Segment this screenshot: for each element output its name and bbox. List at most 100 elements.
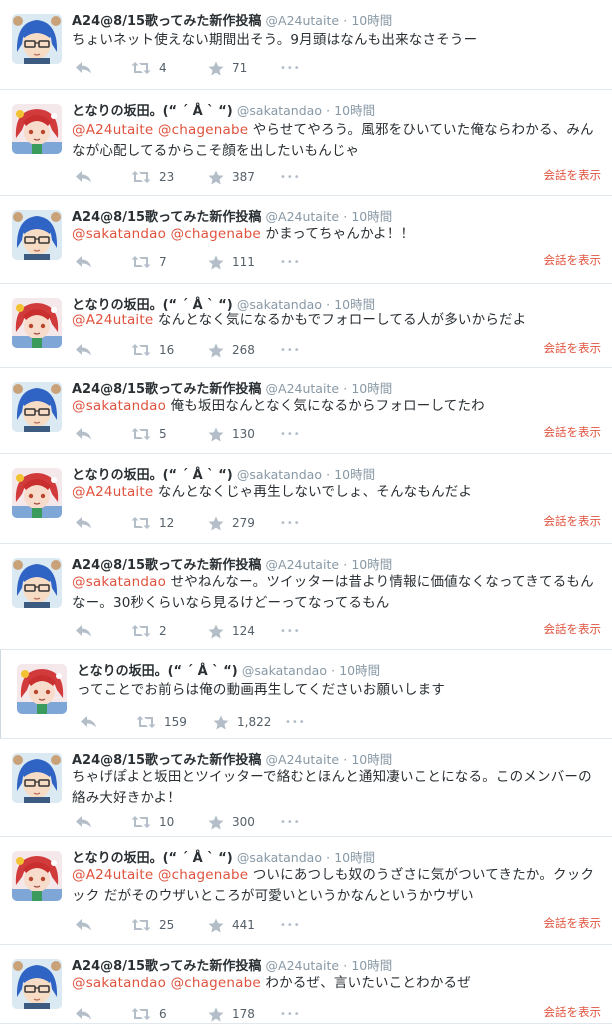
favorite-button[interactable]: 178 [200,1007,280,1022]
blue-hair-avatar[interactable] [12,959,62,1009]
view-conversation-link[interactable]: 会話を表示 [544,424,602,440]
favorite-button[interactable]: 300 [200,815,280,830]
view-conversation-link[interactable]: 会話を表示 [544,621,602,637]
handle[interactable]: @A24utaite [266,13,340,28]
timestamp[interactable]: 10時間 [334,103,375,118]
retweet-button[interactable]: 25 [123,918,200,932]
blue-hair-avatar[interactable] [12,210,62,260]
tweet[interactable]: A24@8/15歌ってみた新作投稿 @A24utaite · 10時間 @saka… [0,945,612,1024]
view-conversation-link[interactable]: 会話を表示 [544,513,602,529]
more-button[interactable]: ••• [280,626,310,637]
display-name[interactable]: となりの坂田。(“ ´ Å ` “) [72,468,233,483]
view-conversation-link[interactable]: 会話を表示 [544,915,602,931]
timestamp[interactable]: 10時間 [351,958,392,973]
more-button[interactable]: ••• [280,920,310,931]
mention-link[interactable]: @chagenabe [171,226,261,242]
reply-button[interactable] [75,918,123,932]
red-hair-avatar[interactable] [12,298,62,348]
timestamp[interactable]: 10時間 [339,663,380,678]
favorite-button[interactable]: 111 [200,255,280,270]
retweet-button[interactable]: 23 [123,170,200,184]
handle[interactable]: @A24utaite [266,752,340,767]
reply-button[interactable] [75,427,123,441]
mention-link[interactable]: @A24utaite [72,484,153,500]
display-name[interactable]: A24@8/15歌ってみた新作投稿 [72,382,261,397]
view-conversation-link[interactable]: 会話を表示 [544,340,602,356]
display-name[interactable]: A24@8/15歌ってみた新作投稿 [72,558,261,573]
mention-link[interactable]: @A24utaite [72,867,153,883]
mention-link[interactable]: @chagenabe [158,122,248,138]
tweet[interactable]: となりの坂田。(“ ´ Å ` “) @sakatandao · 10時間 @A2… [0,284,612,368]
handle[interactable]: @sakatandao [237,467,322,482]
blue-hair-avatar[interactable] [12,382,62,432]
more-button[interactable]: ••• [280,1009,310,1020]
tweet[interactable]: となりの坂田。(“ ´ Å ` “) @sakatandao · 10時間 @A2… [0,90,612,196]
blue-hair-avatar[interactable] [12,753,62,803]
more-button[interactable]: ••• [280,63,310,74]
more-button[interactable]: ••• [285,717,315,728]
reply-button[interactable] [75,343,123,357]
reply-button[interactable] [75,61,123,75]
mention-link[interactable]: @chagenabe [158,867,248,883]
reply-button[interactable] [75,1007,123,1021]
tweet[interactable]: となりの坂田。(“ ´ Å ` “) @sakatandao · 10時間 ってこ… [0,650,612,739]
red-hair-avatar[interactable] [12,851,62,901]
timestamp[interactable]: 10時間 [351,381,392,396]
timestamp[interactable]: 10時間 [334,467,375,482]
retweet-button[interactable]: 2 [123,624,200,638]
display-name[interactable]: となりの坂田。(“ ´ Å ` “) [72,851,233,866]
retweet-button[interactable]: 16 [123,343,200,357]
tweet[interactable]: A24@8/15歌ってみた新作投稿 @A24utaite · 10時間 @saka… [0,368,612,454]
handle[interactable]: @A24utaite [266,209,340,224]
retweet-button[interactable]: 6 [123,1007,200,1021]
more-button[interactable]: ••• [280,345,310,356]
favorite-button[interactable]: 124 [200,624,280,639]
retweet-button[interactable]: 4 [123,61,200,75]
handle[interactable]: @sakatandao [237,103,322,118]
favorite-button[interactable]: 279 [200,516,280,531]
tweet[interactable]: A24@8/15歌ってみた新作投稿 @A24utaite · 10時間 ちょいネッ… [0,0,612,90]
mention-link[interactable]: @sakatandao [72,574,166,590]
more-button[interactable]: ••• [280,817,310,828]
timestamp[interactable]: 10時間 [351,209,392,224]
reply-button[interactable] [75,170,123,184]
display-name[interactable]: A24@8/15歌ってみた新作投稿 [72,959,261,974]
handle[interactable]: @sakatandao [237,850,322,865]
retweet-button[interactable]: 159 [128,715,205,729]
favorite-button[interactable]: 1,822 [205,715,285,730]
view-conversation-link[interactable]: 会話を表示 [544,167,602,183]
reply-button[interactable] [75,815,123,829]
mention-link[interactable]: @A24utaite [72,312,153,328]
tweet[interactable]: となりの坂田。(“ ´ Å ` “) @sakatandao · 10時間 @A2… [0,837,612,945]
retweet-button[interactable]: 12 [123,516,200,530]
red-hair-avatar[interactable] [17,664,67,714]
tweet[interactable]: A24@8/15歌ってみた新作投稿 @A24utaite · 10時間 ちゃげぽよ… [0,739,612,837]
retweet-button[interactable]: 7 [123,255,200,269]
handle[interactable]: @sakatandao [242,663,327,678]
mention-link[interactable]: @sakatandao [72,398,166,414]
display-name[interactable]: となりの坂田。(“ ´ Å ` “) [77,664,238,679]
favorite-button[interactable]: 130 [200,427,280,442]
favorite-button[interactable]: 441 [200,918,280,933]
favorite-button[interactable]: 268 [200,343,280,358]
blue-hair-avatar[interactable] [12,558,62,608]
red-hair-avatar[interactable] [12,468,62,518]
retweet-button[interactable]: 5 [123,427,200,441]
mention-link[interactable]: @chagenabe [171,975,261,991]
retweet-button[interactable]: 10 [123,815,200,829]
blue-hair-avatar[interactable] [12,14,62,64]
reply-button[interactable] [75,624,123,638]
more-button[interactable]: ••• [280,172,310,183]
mention-link[interactable]: @sakatandao [72,975,166,991]
handle[interactable]: @A24utaite [266,381,340,396]
timestamp[interactable]: 10時間 [351,557,392,572]
mention-link[interactable]: @sakatandao [72,226,166,242]
favorite-button[interactable]: 71 [200,61,280,76]
display-name[interactable]: A24@8/15歌ってみた新作投稿 [72,14,261,29]
more-button[interactable]: ••• [280,518,310,529]
tweet[interactable]: A24@8/15歌ってみた新作投稿 @A24utaite · 10時間 @saka… [0,544,612,650]
reply-button[interactable] [75,516,123,530]
reply-button[interactable] [80,715,128,729]
timestamp[interactable]: 10時間 [351,752,392,767]
more-button[interactable]: ••• [280,429,310,440]
